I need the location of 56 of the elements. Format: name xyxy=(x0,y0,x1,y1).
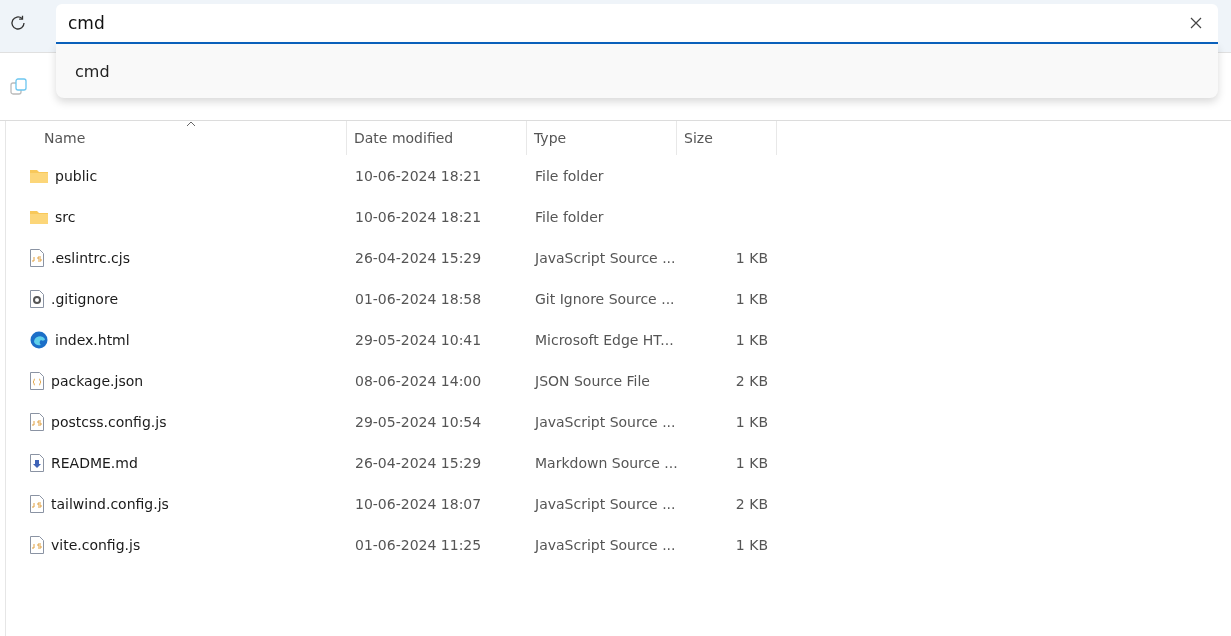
type-cell-text: Microsoft Edge HT... xyxy=(534,331,675,348)
file-name[interactable]: index.html xyxy=(55,331,130,348)
date-cell-text: 29-05-2024 10:54 xyxy=(354,413,483,430)
column-header[interactable]: Date modified xyxy=(347,121,527,155)
type-cell-text: JavaScript Source ... xyxy=(533,413,677,430)
date-cell-text: 10-06-2024 18:07 xyxy=(354,495,483,512)
type-cell-text: File folder xyxy=(534,208,605,225)
column-header[interactable]: Type xyxy=(527,121,677,155)
file-name[interactable]: tailwind.config.js xyxy=(51,495,169,512)
size-cell-text: 1 KB xyxy=(734,331,768,348)
sort-caret-icon xyxy=(186,121,196,127)
type-cell-text: JSON Source File xyxy=(533,372,651,389)
address-field[interactable]: cmd xyxy=(56,4,1218,44)
suggestion-item[interactable]: cmd xyxy=(75,61,110,81)
file-name[interactable]: .gitignore xyxy=(51,290,118,307)
column-header[interactable]: Name xyxy=(6,121,347,155)
size-cell-text: 2 KB xyxy=(734,495,768,512)
js-file-icon xyxy=(30,248,44,267)
type-cell-text: JavaScript Source ... xyxy=(533,495,677,512)
date-cell-text: 10-06-2024 18:21 xyxy=(354,167,483,184)
json-file-icon xyxy=(30,371,44,390)
js-file-icon xyxy=(30,494,44,513)
size-cell-text: 1 KB xyxy=(734,290,768,307)
date-cell-text: 26-04-2024 15:29 xyxy=(354,454,483,471)
size-cell-text: 1 KB xyxy=(734,413,768,430)
type-cell-text: JavaScript Source ... xyxy=(533,536,677,553)
js-file-icon xyxy=(30,535,44,554)
file-name[interactable]: vite.config.js xyxy=(51,536,141,553)
browser-icon xyxy=(30,330,48,349)
file-name[interactable]: public xyxy=(55,167,98,184)
date-cell-text: 29-05-2024 10:41 xyxy=(354,331,483,348)
file-name[interactable]: src xyxy=(55,208,76,225)
date-cell-text: 01-06-2024 11:25 xyxy=(354,536,483,553)
file-name[interactable]: README.md xyxy=(51,454,138,471)
size-cell-text: 1 KB xyxy=(734,536,768,553)
type-cell-text: JavaScript Source ... xyxy=(533,249,677,266)
address-input[interactable]: cmd xyxy=(68,13,1190,33)
size-cell-text: 1 KB xyxy=(734,249,768,266)
size-cell-text: 2 KB xyxy=(734,372,768,389)
file-name[interactable]: package.json xyxy=(51,372,144,389)
size-cell-text: 1 KB xyxy=(734,454,768,471)
markdown-file-icon xyxy=(30,453,44,472)
type-cell-text: Markdown Source ... xyxy=(534,454,677,471)
type-cell-text: File folder xyxy=(534,167,605,184)
file-name[interactable]: postcss.config.js xyxy=(51,413,167,430)
close-icon[interactable] xyxy=(1190,17,1202,29)
folder-icon xyxy=(30,168,48,183)
date-cell-text: 26-04-2024 15:29 xyxy=(354,249,483,266)
type-cell-text: Git Ignore Source ... xyxy=(534,290,676,307)
date-cell-text: 08-06-2024 14:00 xyxy=(354,372,483,389)
folder-icon xyxy=(30,209,48,224)
js-file-icon xyxy=(30,412,44,431)
file-name[interactable]: .eslintrc.cjs xyxy=(51,249,130,266)
date-cell-text: 01-06-2024 18:58 xyxy=(354,290,483,307)
column-header[interactable]: Size xyxy=(677,121,777,155)
date-cell-text: 10-06-2024 18:21 xyxy=(354,208,483,225)
